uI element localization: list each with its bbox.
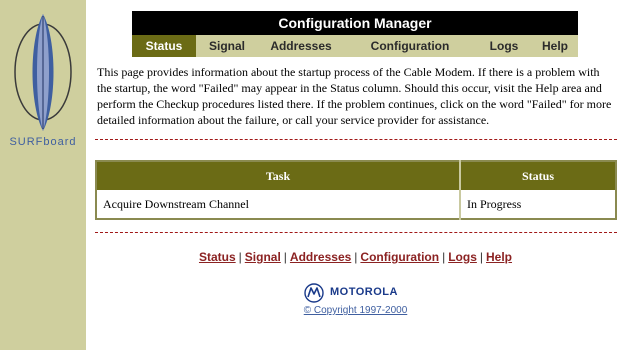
motorola-batwing-icon (304, 283, 324, 303)
separator: | (479, 250, 483, 264)
footer-nav: Status | Signal | Addresses | Configuration | Lo… (86, 250, 625, 264)
nav-tab-logs[interactable]: Logs (476, 35, 532, 57)
nav-tab-status[interactable]: Status (132, 35, 196, 57)
separator: | (354, 250, 358, 264)
separator: | (442, 250, 446, 264)
nav-tab-signal[interactable]: Signal (196, 35, 258, 57)
nav-tab-help[interactable]: Help (532, 35, 578, 57)
footer-link-signal[interactable]: Signal (245, 250, 281, 264)
status-cell: In Progress (467, 196, 522, 211)
column-header-status: Status (460, 161, 616, 190)
divider-top (95, 139, 617, 140)
surfboard-logo-text: SURFboard (9, 136, 77, 148)
divider-bottom (95, 232, 617, 233)
sidebar: SURFboard (0, 0, 86, 350)
brand-name: MOTOROLA (330, 286, 398, 298)
table-row: Acquire Downstream Channel In Progress (96, 190, 616, 219)
footer-link-logs[interactable]: Logs (448, 250, 477, 264)
separator: | (238, 250, 242, 264)
intro-text: This page provides information about the… (97, 65, 612, 127)
page-title: Configuration Manager (132, 11, 578, 35)
nav-tab-configuration[interactable]: Configuration (344, 35, 476, 57)
footer-link-addresses[interactable]: Addresses (290, 250, 351, 264)
footer-link-configuration[interactable]: Configuration (360, 250, 439, 264)
task-cell: Acquire Downstream Channel (96, 190, 461, 219)
motorola-brand: MOTOROLA (304, 283, 414, 305)
copyright-link[interactable]: © Copyright 1997-2000 (86, 305, 625, 316)
main-nav: Status Signal Addresses Configuration Lo… (132, 35, 578, 57)
task-table: Task Status Acquire Downstream Channel I… (95, 160, 617, 220)
column-header-task: Task (96, 161, 461, 190)
footer-link-status[interactable]: Status (199, 250, 236, 264)
separator: | (283, 250, 287, 264)
surfboard-icon (14, 14, 72, 131)
table-header-row: Task Status (96, 161, 616, 190)
footer-link-help[interactable]: Help (486, 250, 512, 264)
nav-tab-addresses[interactable]: Addresses (258, 35, 344, 57)
